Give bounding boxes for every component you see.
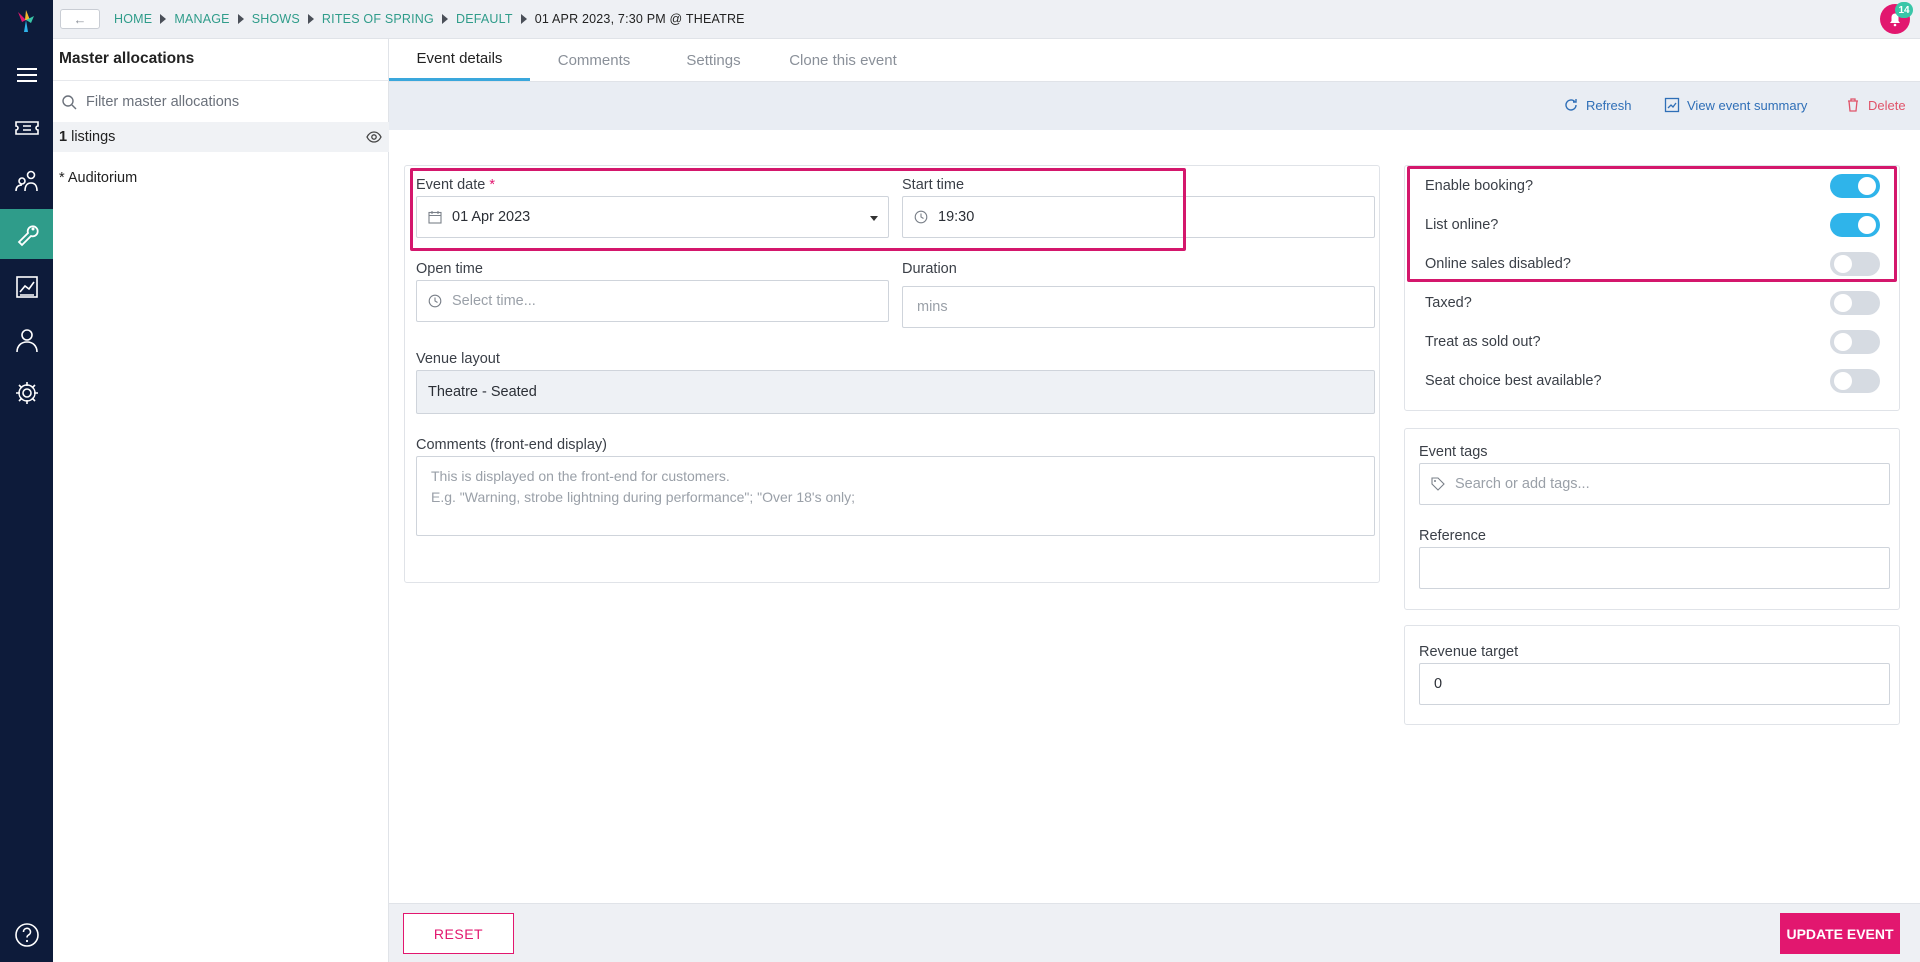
delete-label: Delete — [1868, 97, 1906, 113]
event-tabs: Event details Comments Settings Clone th… — [389, 39, 1920, 82]
tab-event-details[interactable]: Event details — [389, 39, 530, 81]
date-time-highlight — [410, 168, 1186, 251]
toggle-row-taxed: Taxed? — [1425, 291, 1880, 315]
taxed-label: Taxed? — [1425, 295, 1472, 311]
clock-icon — [428, 294, 442, 308]
view-event-summary-label: View event summary — [1687, 97, 1808, 113]
ticket-icon[interactable] — [0, 103, 53, 153]
listings-count: 1 listings — [59, 129, 116, 145]
event-tags-placeholder: Search or add tags... — [1455, 476, 1590, 492]
treat-as-sold-out-toggle[interactable] — [1830, 330, 1880, 354]
comments-placeholder-line1: This is displayed on the front-end for c… — [431, 468, 730, 484]
delete-button[interactable]: Delete — [1845, 97, 1906, 113]
trash-icon — [1848, 98, 1858, 112]
open-time-label: Open time — [416, 261, 483, 277]
tab-clone-event[interactable]: Clone this event — [769, 39, 917, 81]
menu-icon[interactable] — [0, 50, 53, 100]
refresh-button[interactable]: Refresh — [1563, 97, 1632, 113]
master-allocations-panel: Master allocations Filter master allocat… — [53, 39, 389, 962]
breadcrumb-current-event: 01 APR 2023, 7:30 PM @ THEATRE — [534, 12, 745, 26]
breadcrumb-separator-icon — [237, 14, 244, 24]
duration-placeholder: mins — [917, 299, 948, 315]
view-event-summary-button[interactable]: View event summary — [1664, 97, 1807, 113]
revenue-card: Revenue target 0 — [1404, 625, 1900, 725]
notification-bell-icon[interactable]: 14 — [1880, 2, 1913, 34]
search-icon — [62, 94, 77, 109]
toggle-row-seat-choice: Seat choice best available? — [1425, 369, 1880, 393]
breadcrumb-default[interactable]: DEFAULT — [456, 12, 513, 26]
duration-field[interactable]: mins — [902, 286, 1375, 328]
revenue-target-input[interactable]: 0 — [1419, 663, 1890, 705]
duration-label: Duration — [902, 261, 957, 277]
master-allocations-title: Master allocations — [59, 50, 195, 67]
comments-textarea[interactable]: This is displayed on the front-end for c… — [416, 456, 1375, 536]
help-icon[interactable] — [0, 910, 53, 960]
tags-reference-card: Event tags Search or add tags... Referen… — [1404, 428, 1900, 610]
report-icon[interactable] — [0, 262, 53, 312]
revenue-target-value: 0 — [1434, 676, 1443, 692]
action-bar: Refresh View event summary Delete — [389, 82, 1920, 130]
tab-settings[interactable]: Settings — [658, 39, 769, 81]
breadcrumb-shows[interactable]: SHOWS — [252, 12, 300, 26]
update-event-button[interactable]: UPDATE EVENT — [1780, 913, 1900, 954]
toggle-knob — [1834, 294, 1852, 312]
master-filter-placeholder: Filter master allocations — [86, 93, 240, 110]
revenue-target-label: Revenue target — [1419, 644, 1519, 660]
reset-button[interactable]: RESET — [403, 913, 514, 954]
user-icon[interactable] — [0, 315, 53, 365]
open-time-placeholder: Select time... — [452, 293, 536, 309]
form-footer: RESET UPDATE EVENT — [389, 903, 1920, 962]
event-details-main: Event date * 01 Apr 2023 Start time 19:3… — [389, 130, 1920, 903]
venue-layout-label: Venue layout — [416, 351, 500, 367]
app-logo-icon[interactable] — [14, 8, 38, 34]
reference-input[interactable] — [1419, 547, 1890, 589]
nav-rail — [0, 0, 53, 962]
listings-row: 1 listings — [53, 122, 389, 152]
top-bar: ← HOME MANAGE SHOWS RITES OF SPRING DEFA… — [53, 0, 1920, 39]
wrench-icon[interactable] — [0, 209, 53, 259]
breadcrumb-manage[interactable]: MANAGE — [174, 12, 229, 26]
customers-icon[interactable] — [0, 156, 53, 206]
comments-placeholder-line2: E.g. "Warning, strobe lightning during p… — [431, 489, 856, 505]
taxed-toggle[interactable] — [1830, 291, 1880, 315]
eye-icon[interactable] — [366, 130, 382, 144]
notification-count-badge: 14 — [1895, 2, 1913, 18]
toggle-knob — [1834, 333, 1852, 351]
breadcrumb-separator-icon — [520, 14, 527, 24]
tag-icon — [1431, 477, 1445, 491]
allocation-item-auditorium[interactable]: * Auditorium — [59, 170, 137, 186]
summary-icon — [1664, 97, 1680, 113]
gear-icon[interactable] — [0, 368, 53, 418]
open-time-field[interactable]: Select time... — [416, 280, 889, 322]
comments-label: Comments (front-end display) — [416, 437, 607, 453]
treat-as-sold-out-label: Treat as sold out? — [1425, 334, 1541, 350]
refresh-icon — [1565, 99, 1577, 111]
toggle-knob — [1834, 372, 1852, 390]
refresh-label: Refresh — [1586, 97, 1632, 113]
tab-comments[interactable]: Comments — [530, 39, 658, 81]
event-tags-label: Event tags — [1419, 444, 1488, 460]
toggle-row-treat-as-sold-out: Treat as sold out? — [1425, 330, 1880, 354]
event-tags-input[interactable]: Search or add tags... — [1419, 463, 1890, 505]
venue-layout-value: Theatre - Seated — [428, 384, 537, 400]
breadcrumb-separator-icon — [160, 14, 167, 24]
toggles-highlight — [1407, 166, 1897, 282]
master-filter-input[interactable]: Filter master allocations — [53, 80, 389, 122]
venue-layout-field: Theatre - Seated — [416, 370, 1375, 414]
breadcrumb-separator-icon — [307, 14, 314, 24]
breadcrumb: HOME MANAGE SHOWS RITES OF SPRING DEFAUL… — [114, 12, 745, 26]
breadcrumb-show[interactable]: RITES OF SPRING — [322, 12, 434, 26]
seat-choice-label: Seat choice best available? — [1425, 373, 1602, 389]
back-button[interactable]: ← — [60, 9, 100, 29]
seat-choice-toggle[interactable] — [1830, 369, 1880, 393]
breadcrumb-separator-icon — [441, 14, 448, 24]
breadcrumb-home[interactable]: HOME — [114, 12, 152, 26]
reference-label: Reference — [1419, 528, 1486, 544]
